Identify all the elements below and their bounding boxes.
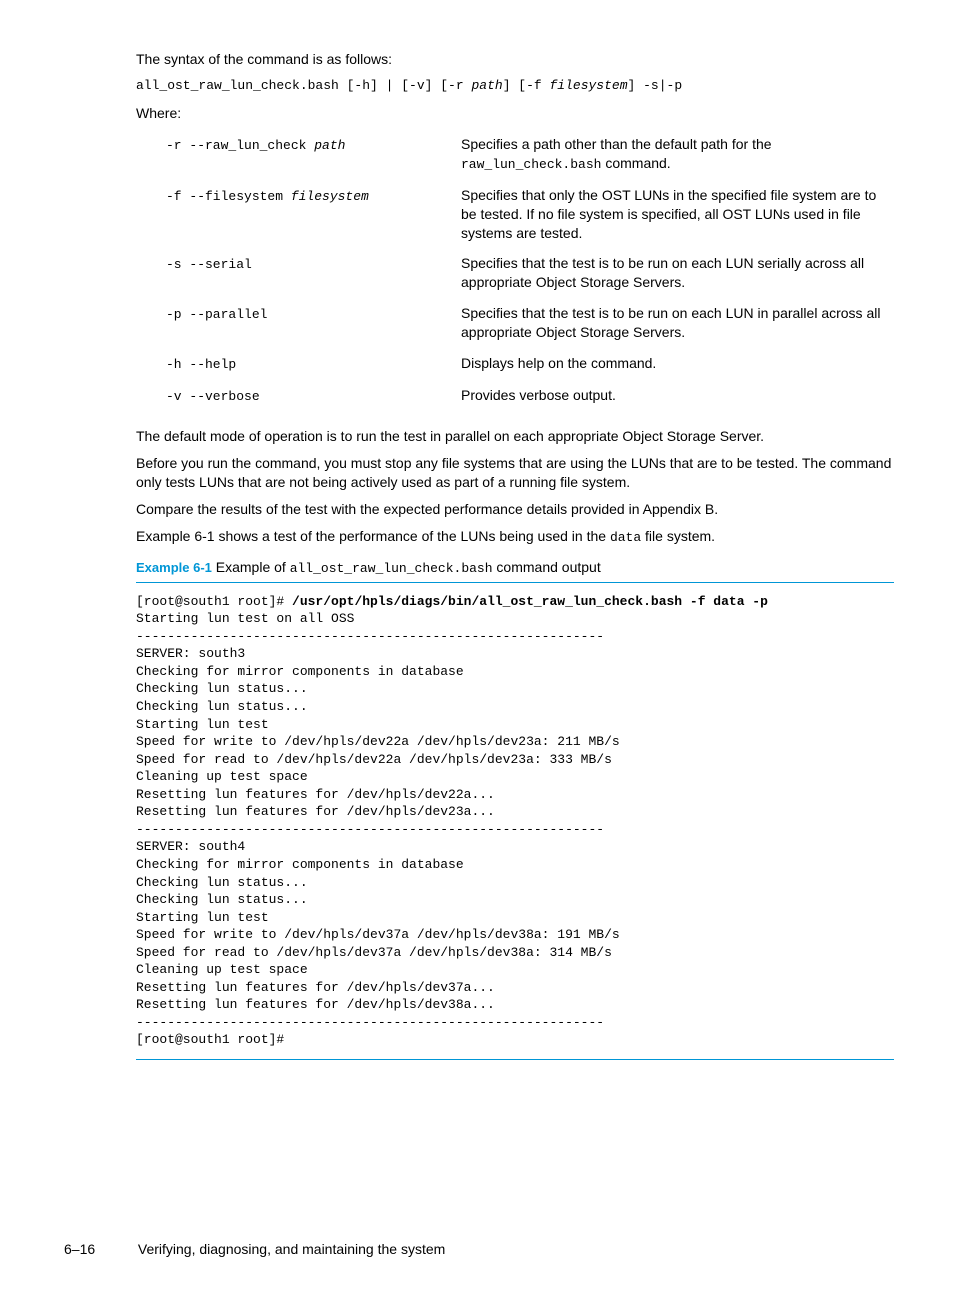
option-flag: -f --filesystem filesystem: [166, 189, 369, 204]
options-table: -r --raw_lun_check path Specifies a path…: [166, 131, 894, 413]
page-number: 6–16: [60, 1240, 134, 1259]
option-row: -r --raw_lun_check path Specifies a path…: [166, 131, 894, 181]
option-flag: -h --help: [166, 357, 236, 372]
inline-code: data: [610, 530, 641, 545]
option-row: -f --filesystem filesystem Specifies tha…: [166, 182, 894, 251]
example-label: Example 6-1: [136, 560, 212, 575]
option-desc: Displays help on the command.: [461, 350, 894, 382]
footer-title: Verifying, diagnosing, and maintaining t…: [138, 1241, 445, 1257]
code-command: /usr/opt/hpls/diags/bin/all_ost_raw_lun_…: [292, 594, 768, 609]
option-arg: path: [314, 138, 345, 153]
inline-code: raw_lun_check.bash: [461, 157, 601, 172]
option-row: -p --parallel Specifies that the test is…: [166, 300, 894, 350]
syntax-line: all_ost_raw_lun_check.bash [-h] | [-v] […: [136, 77, 894, 95]
syntax-arg-path: path: [471, 78, 502, 93]
para-before-run: Before you run the command, you must sto…: [136, 454, 894, 492]
option-desc: Specifies that only the OST LUNs in the …: [461, 182, 894, 251]
example-top-rule: [136, 582, 894, 583]
where-label: Where:: [136, 104, 894, 123]
option-flag: -v --verbose: [166, 389, 260, 404]
code-prompt: [root@south1 root]#: [136, 594, 292, 609]
syntax-prefix: all_ost_raw_lun_check.bash [-h] | [-v] […: [136, 78, 471, 93]
option-row: -s --serial Specifies that the test is t…: [166, 250, 894, 300]
option-flag: -p --parallel: [166, 307, 267, 322]
example-bottom-rule: [136, 1059, 894, 1060]
option-desc: Provides verbose output.: [461, 382, 894, 414]
option-desc: Specifies that the test is to be run on …: [461, 300, 894, 350]
syntax-intro: The syntax of the command is as follows:: [136, 50, 894, 69]
option-desc: Specifies a path other than the default …: [461, 131, 894, 181]
option-desc: Specifies that the test is to be run on …: [461, 250, 894, 300]
code-block: [root@south1 root]# /usr/opt/hpls/diags/…: [136, 593, 894, 1049]
code-output: Starting lun test on all OSS -----------…: [136, 611, 620, 1047]
page-footer: 6–16 Verifying, diagnosing, and maintain…: [60, 1240, 894, 1259]
para-example-ref: Example 6-1 shows a test of the performa…: [136, 527, 894, 547]
para-compare: Compare the results of the test with the…: [136, 500, 894, 519]
inline-code: all_ost_raw_lun_check.bash: [290, 561, 493, 576]
syntax-mid: ] [-f: [503, 78, 550, 93]
option-arg: filesystem: [291, 189, 369, 204]
example-caption: Example 6-1 Example of all_ost_raw_lun_c…: [136, 558, 894, 578]
option-row: -h --help Displays help on the command.: [166, 350, 894, 382]
syntax-suffix: ] -s|-p: [628, 78, 683, 93]
option-flag: -r --raw_lun_check path: [166, 138, 345, 153]
option-flag: -s --serial: [166, 257, 252, 272]
para-default-mode: The default mode of operation is to run …: [136, 427, 894, 446]
option-row: -v --verbose Provides verbose output.: [166, 382, 894, 414]
syntax-arg-filesystem: filesystem: [550, 78, 628, 93]
